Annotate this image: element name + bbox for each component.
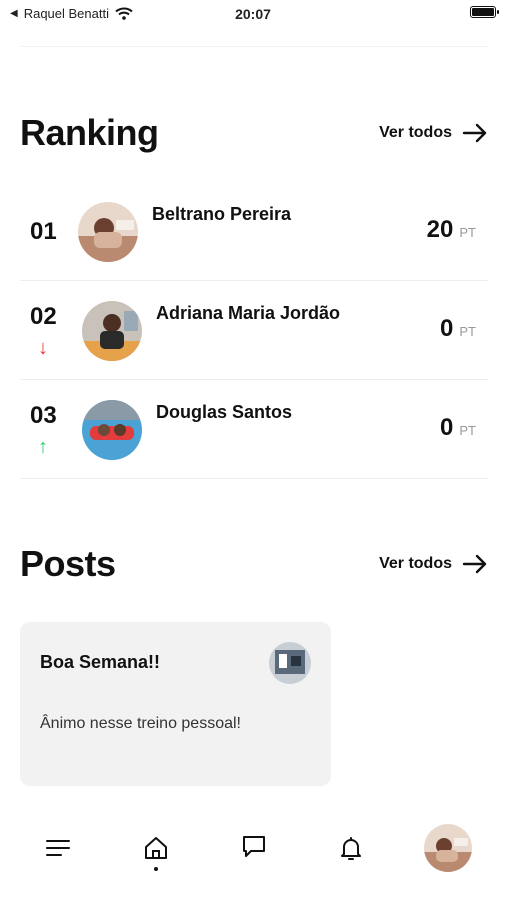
points-unit: PT: [459, 423, 476, 438]
profile-avatar[interactable]: [424, 824, 472, 872]
active-indicator: [154, 867, 158, 871]
status-bar: ◀ Raquel Benatti 20:07: [0, 0, 506, 28]
avatar: [269, 642, 311, 684]
rank-position: 01: [30, 218, 57, 245]
home-icon[interactable]: [136, 828, 176, 868]
bell-icon[interactable]: [331, 828, 371, 868]
post-body: Ânimo nesse treino pessoal!: [40, 715, 241, 732]
trend-down-icon: ↓: [38, 337, 48, 359]
points-value: 0: [440, 414, 454, 441]
rank-points: 0 PT: [440, 315, 476, 343]
see-all-label: Ver todos: [379, 555, 452, 572]
chat-icon[interactable]: [234, 826, 274, 866]
rank-points: 20 PT: [427, 216, 476, 244]
rank-name: Adriana Maria Jordão: [156, 303, 341, 323]
see-all-label: Ver todos: [379, 124, 452, 141]
rank-name: Beltrano Pereira: [152, 204, 292, 224]
status-time: 20:07: [235, 6, 271, 22]
ranking-title: Ranking: [20, 112, 159, 153]
rank-position: 02: [30, 303, 57, 330]
menu-icon[interactable]: [38, 828, 78, 868]
rank-points: 0 PT: [440, 414, 476, 442]
battery-icon: [470, 6, 499, 18]
avatar: [78, 202, 138, 262]
ranking-header: Ranking Ver todos: [20, 112, 488, 154]
ranking-row[interactable]: 01 Beltrano Pereira 20 PT: [20, 182, 488, 281]
rank-position: 03: [30, 402, 57, 429]
avatar: [82, 301, 142, 361]
post-card[interactable]: Boa Semana!! Ânimo nesse treino pessoal!: [20, 622, 331, 786]
post-title: Boa Semana!!: [40, 652, 161, 672]
trend-up-icon: ↑: [38, 436, 48, 458]
posts-title: Posts: [20, 543, 116, 584]
arrow-right-icon: [462, 554, 487, 574]
points-unit: PT: [459, 225, 476, 240]
points-value: 0: [440, 315, 454, 342]
rank-name: Douglas Santos: [156, 402, 293, 422]
ranking-see-all-button[interactable]: Ver todos: [379, 123, 488, 143]
ranking-list: 01 Beltrano Pereira 20 PT 02 ↓ Adriana M…: [20, 182, 488, 479]
points-value: 20: [426, 216, 454, 243]
points-unit: PT: [459, 324, 476, 339]
posts-header: Posts Ver todos: [20, 543, 488, 585]
posts-see-all-button[interactable]: Ver todos: [379, 554, 488, 574]
ranking-row[interactable]: 03 ↑ Douglas Santos 0 PT: [20, 380, 488, 479]
avatar: [82, 400, 142, 460]
arrow-right-icon: [462, 123, 487, 143]
divider: [20, 46, 488, 47]
ranking-row[interactable]: 02 ↓ Adriana Maria Jordão 0 PT: [20, 281, 488, 380]
